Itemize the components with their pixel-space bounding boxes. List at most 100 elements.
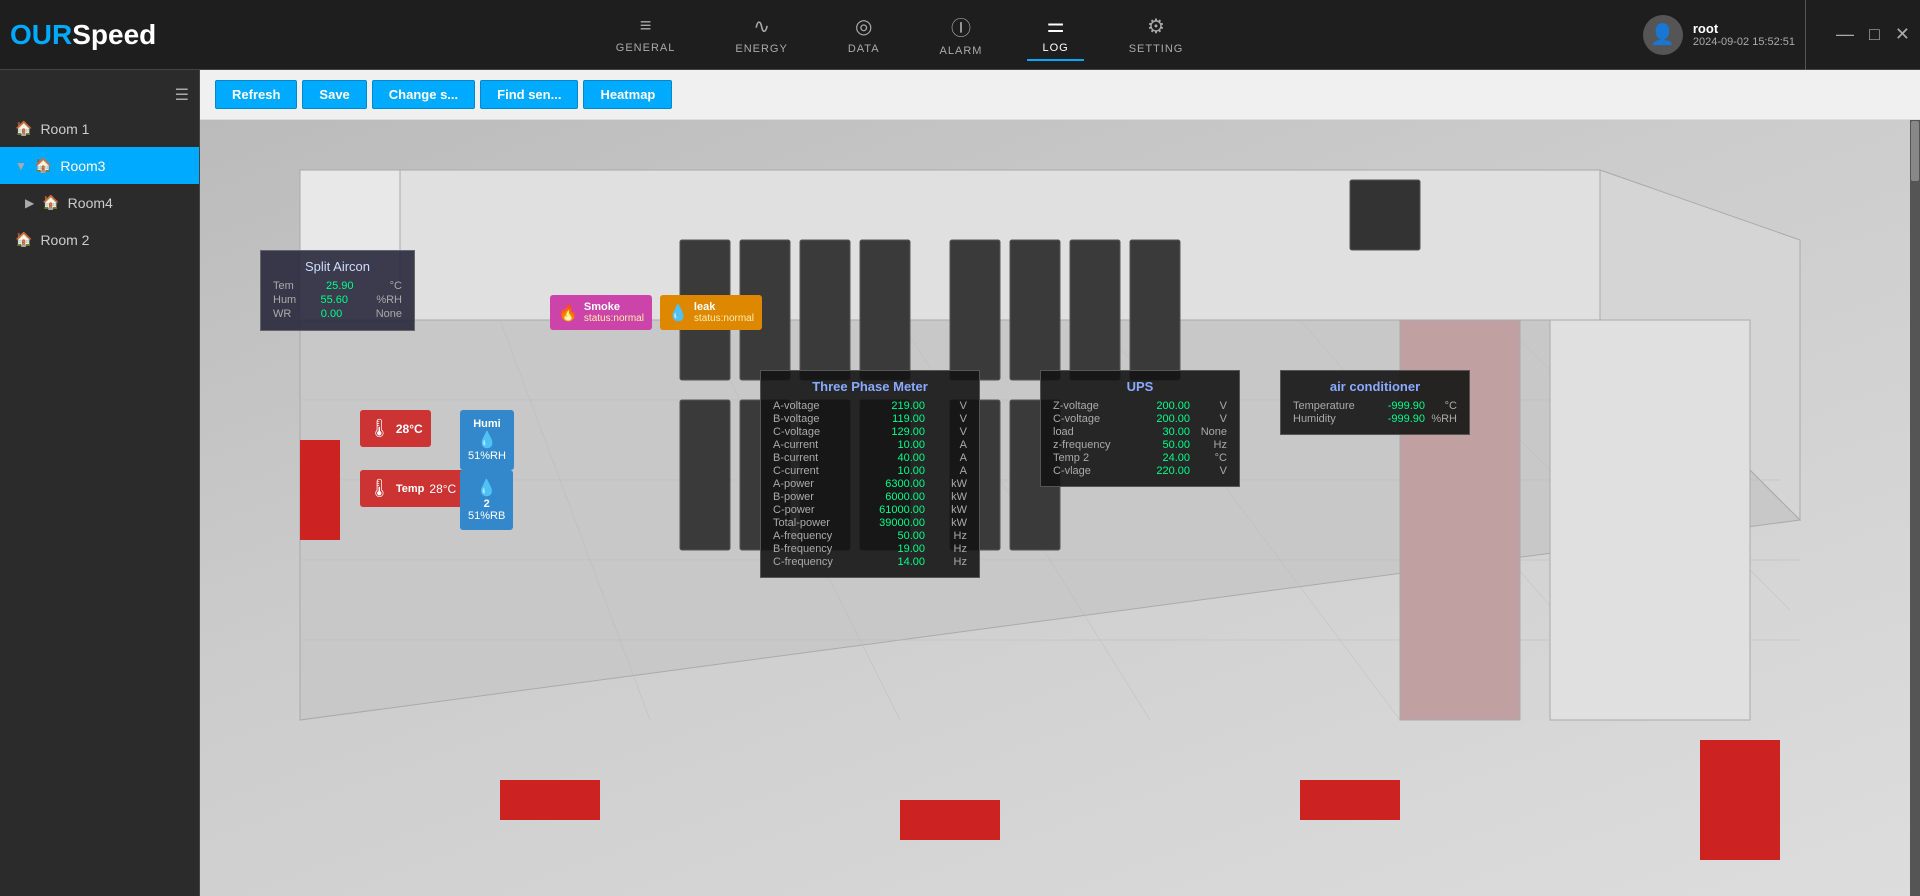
split-aircon-row-1: Hum 55.60 %RH	[273, 294, 402, 306]
three-phase-row-4: B-current 40.00 A	[773, 452, 967, 464]
toolbar: Refresh Save Change s... Find sen... Hea…	[200, 70, 1920, 120]
three-phase-panel[interactable]: Three Phase Meter A-voltage 219.00 V B-v…	[760, 370, 980, 578]
save-button[interactable]: Save	[302, 80, 366, 109]
sidebar-item-room2[interactable]: 🏠 Room 2	[0, 221, 199, 258]
nav-energy-label: ENERGY	[735, 43, 787, 55]
smoke-icon: 🔥	[558, 303, 578, 323]
ups-row-5: C-vlage 220.00 V	[1053, 465, 1227, 477]
smoke-name: Smoke	[584, 301, 644, 313]
nav-alarm-label: ALARM	[940, 45, 983, 57]
three-phase-row-8: C-power 61000.00 kW	[773, 504, 967, 516]
sidebar-item-room1[interactable]: 🏠 Room 1	[0, 110, 199, 147]
nav-setting[interactable]: ⚙ SETTING	[1114, 9, 1199, 60]
three-phase-row-12: C-frequency 14.00 Hz	[773, 556, 967, 568]
smoke-sensor[interactable]: 🔥 Smoke status:normal	[550, 295, 652, 330]
temp2-value: 28°C	[429, 482, 456, 496]
humi2-sensor[interactable]: 💧 2 51%RB	[460, 470, 513, 530]
split-aircon-panel[interactable]: Split Aircon Tem 25.90 °C Hum 55.60 %RH …	[260, 250, 415, 331]
leak-icon: 💧	[668, 303, 688, 323]
leak-name: leak	[694, 301, 754, 313]
smoke-status: status:normal	[584, 313, 644, 324]
log-icon: ⚌	[1047, 13, 1065, 38]
minimize-button[interactable]: —	[1836, 24, 1854, 45]
general-icon: ≡	[640, 15, 652, 38]
three-phase-row-7: B-power 6000.00 kW	[773, 491, 967, 503]
nav-energy[interactable]: ∿ ENERGY	[720, 9, 802, 60]
leak-sensor[interactable]: 💧 leak status:normal	[660, 295, 762, 330]
content-area: Refresh Save Change s... Find sen... Hea…	[200, 70, 1920, 896]
room-background	[200, 120, 1920, 896]
sidebar-item-room3[interactable]: ▼ 🏠 Room3	[0, 147, 199, 184]
temp1-sensor[interactable]: 🌡 28°C	[360, 410, 431, 447]
three-phase-row-3: A-current 10.00 A	[773, 439, 967, 451]
ups-row-2: load 30.00 None	[1053, 426, 1227, 438]
three-phase-row-2: C-voltage 129.00 V	[773, 426, 967, 438]
heatmap-button[interactable]: Heatmap	[583, 80, 672, 109]
right-scrollbar[interactable]	[1910, 120, 1920, 896]
humi2-num: 2	[484, 498, 490, 510]
three-phase-row-0: A-voltage 219.00 V	[773, 400, 967, 412]
humi1-name: Humi	[473, 418, 501, 430]
ac-panel[interactable]: air conditioner Temperature -999.90 °C H…	[1280, 370, 1470, 435]
temp2-icon: 🌡	[368, 478, 391, 499]
main-layout: ☰ 🏠 Room 1 ▼ 🏠 Room3 ▶ 🏠 Room4 🏠 Room 2 …	[0, 70, 1920, 896]
leak-status: status:normal	[694, 313, 754, 324]
three-phase-row-5: C-current 10.00 A	[773, 465, 967, 477]
temp2-sensor[interactable]: 🌡 Temp 28°C	[360, 470, 464, 507]
nav-setting-label: SETTING	[1129, 43, 1184, 55]
change-s-button[interactable]: Change s...	[372, 80, 475, 109]
refresh-button[interactable]: Refresh	[215, 80, 297, 109]
logo-our: OUR	[10, 19, 72, 50]
energy-icon: ∿	[753, 14, 770, 39]
sidebar-room4-label: Room4	[68, 195, 113, 211]
three-phase-row-11: B-frequency 19.00 Hz	[773, 543, 967, 555]
ups-row-0: Z-voltage 200.00 V	[1053, 400, 1227, 412]
nav-log[interactable]: ⚌ LOG	[1027, 8, 1083, 61]
ups-panel[interactable]: UPS Z-voltage 200.00 V C-voltage 200.00 …	[1040, 370, 1240, 487]
alarm-icon: Ⓘ	[951, 12, 971, 41]
split-aircon-title: Split Aircon	[273, 259, 402, 274]
humi1-sensor[interactable]: Humi 💧 51%RH	[460, 410, 514, 470]
ups-row-1: C-voltage 200.00 V	[1053, 413, 1227, 425]
three-phase-row-9: Total-power 39000.00 kW	[773, 517, 967, 529]
sidebar-header: ☰	[0, 80, 199, 110]
temp1-value: 28°C	[396, 422, 423, 436]
nav-data[interactable]: ◎ DATA	[833, 9, 895, 60]
sidebar: ☰ 🏠 Room 1 ▼ 🏠 Room3 ▶ 🏠 Room4 🏠 Room 2	[0, 70, 200, 896]
nav-menu: ≡ GENERAL ∿ ENERGY ◎ DATA Ⓘ ALARM ⚌ LOG …	[156, 7, 1643, 62]
sidebar-room2-label: Room 2	[40, 232, 89, 248]
ups-row-4: Temp 2 24.00 °C	[1053, 452, 1227, 464]
avatar: 👤	[1643, 15, 1683, 55]
three-phase-row-6: A-power 6300.00 kW	[773, 478, 967, 490]
setting-icon: ⚙	[1147, 14, 1165, 39]
sidebar-toggle-icon[interactable]: ☰	[175, 85, 189, 105]
sidebar-item-room4[interactable]: ▶ 🏠 Room4	[0, 184, 199, 221]
sidebar-room1-label: Room 1	[40, 121, 89, 137]
nav-general[interactable]: ≡ GENERAL	[601, 10, 691, 59]
nav-log-label: LOG	[1042, 42, 1068, 54]
datetime: 2024-09-02 15:52:51	[1693, 36, 1795, 48]
data-icon: ◎	[855, 14, 872, 39]
close-button[interactable]: ✕	[1895, 24, 1910, 45]
three-phase-title: Three Phase Meter	[773, 379, 967, 394]
floor-plan: Split Aircon Tem 25.90 °C Hum 55.60 %RH …	[200, 120, 1920, 896]
temp1-icon: 🌡	[368, 418, 391, 439]
three-phase-row-10: A-frequency 50.00 Hz	[773, 530, 967, 542]
logo: OURSpeed	[10, 19, 156, 51]
logo-speed: Speed	[72, 19, 156, 50]
user-info: root 2024-09-02 15:52:51	[1693, 21, 1795, 48]
split-aircon-row-2: WR 0.00 None	[273, 308, 402, 320]
window-controls: — □ ✕	[1836, 24, 1910, 45]
humi2-value: 51%RB	[468, 510, 505, 522]
ac-row-0: Temperature -999.90 °C	[1293, 400, 1457, 412]
ac-row-1: Humidity -999.90 %RH	[1293, 413, 1457, 425]
ups-row-3: z-frequency 50.00 Hz	[1053, 439, 1227, 451]
nav-alarm[interactable]: Ⓘ ALARM	[925, 7, 998, 62]
nav-data-label: DATA	[848, 43, 880, 55]
scrollbar-thumb[interactable]	[1911, 121, 1919, 181]
ups-title: UPS	[1053, 379, 1227, 394]
three-phase-row-1: B-voltage 119.00 V	[773, 413, 967, 425]
maximize-button[interactable]: □	[1869, 24, 1880, 45]
find-sen-button[interactable]: Find sen...	[480, 80, 578, 109]
split-aircon-row-0: Tem 25.90 °C	[273, 280, 402, 292]
